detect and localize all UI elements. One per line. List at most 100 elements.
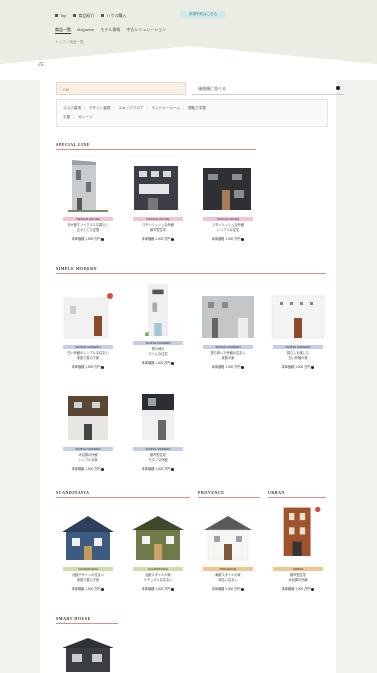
product-tag: SIMPLE MODERN [133, 341, 183, 345]
nav-purchase-link[interactable]: ハウス購入 [101, 13, 126, 19]
product-price: 本体価格 1,000 万円 [128, 586, 188, 591]
house-thumbnail [203, 168, 251, 210]
product-desc: 北欧デザインの住まい 家族で暮らす家 [72, 573, 104, 582]
subnav-model[interactable]: モデル情報 [100, 27, 120, 34]
product-desc: 暮らしを楽しむ 白い外観の家 [286, 351, 310, 360]
sort-dot-icon [336, 86, 340, 90]
arrow-dot-icon [241, 587, 245, 591]
section-title-urban: URBAN [268, 490, 285, 495]
sub-nav: 商品一覧 Magazine モデル情報 中古シミュレーション [55, 27, 166, 34]
product-price: 本体価格 1,000 万円 [198, 236, 258, 241]
product-tag: DESIGN HOUSE [133, 217, 183, 221]
house-thumbnail [68, 160, 108, 212]
nav-products-link[interactable]: 商品紹介 [73, 13, 94, 19]
house-thumbnail [204, 516, 252, 561]
product-price: 本体価格 1,000 万円 [58, 236, 118, 241]
arrow-dot-icon [101, 237, 105, 241]
home-icon [55, 14, 58, 18]
filter-item[interactable]: デザイン重視 [89, 106, 111, 110]
arrow-dot-icon [101, 467, 105, 471]
house-icon [73, 14, 77, 18]
arrow-dot-icon [101, 365, 105, 369]
reserve-button[interactable]: 来場予約はこちら [180, 11, 226, 18]
nav-top-link[interactable]: Top [55, 13, 66, 19]
product-desc: 都市型住宅 木目調の外観 [288, 573, 308, 582]
product-price: 本体価格 1,000 万円 [128, 466, 188, 471]
subnav-products[interactable]: 商品一覧 [55, 27, 71, 34]
logo: ZE [38, 62, 45, 68]
product-tag: SINGLE HOUSE [203, 217, 253, 221]
arrow-dot-icon [171, 237, 175, 241]
section-divider [56, 623, 118, 624]
subnav-magazine[interactable]: Magazine [77, 27, 94, 34]
product-desc: スタイリッシュな外観 シンプルな住宅 [212, 223, 244, 232]
house-thumbnail [271, 295, 325, 339]
house-thumbnail [283, 506, 321, 556]
product-tag: SIMPLE MODERN [133, 447, 183, 451]
arrow-dot-icon [101, 587, 105, 591]
arrow-dot-icon [241, 237, 245, 241]
section-title-provence: PROVENCE [198, 490, 225, 495]
product-tag: PROVENCE [203, 567, 253, 571]
breadcrumb: トップ > 商品一覧 [55, 40, 84, 44]
subnav-simulation[interactable]: 中古シミュレーション [126, 27, 166, 34]
section-title-special: SPECIAL LINE [56, 142, 90, 147]
product-desc: 落ち着いた外観の住まい 家族の家 [210, 351, 246, 360]
section-divider [56, 497, 190, 498]
house-thumbnail [132, 516, 184, 560]
filter-item[interactable]: スキップフロア [118, 106, 143, 110]
product-desc: 南欧スタイルの家 明るい住まい [215, 573, 241, 582]
product-desc: 北欧スタイルの家 ナチュラルな住まい [143, 573, 173, 582]
product-price: 本体価格 1,000 万円 [198, 586, 258, 591]
arrow-dot-icon [171, 467, 175, 471]
product-tag: DESIGN HOUSE [63, 217, 113, 221]
sort-select[interactable]: 価格順に並べる [192, 82, 344, 95]
product-tag: SCANDINAVIA [133, 567, 183, 571]
product-price: 本体価格 1,000 万円 [268, 586, 328, 591]
house-thumbnail [202, 296, 254, 338]
section-title-smart: SMART HOUSE [56, 616, 91, 621]
sort-label: 価格順に並べる [198, 86, 226, 91]
house-thumbnail [134, 166, 178, 210]
product-tag: SIMPLE MODERN [63, 447, 113, 451]
filter-item[interactable]: コスパ重視 [63, 106, 81, 110]
section-divider [56, 273, 326, 274]
key-icon [101, 14, 105, 18]
section-title-scandinavia: SCANDINAVIA [56, 490, 90, 495]
header-wave [0, 46, 377, 80]
keyword-search-input[interactable]: CM [56, 82, 186, 95]
product-desc: 木目調の外観 シンプルな家 [78, 453, 98, 462]
search-row: CM 価格順に並べる [56, 82, 344, 95]
product-tag: SIMPLE MODERN [273, 345, 323, 349]
arrow-dot-icon [311, 365, 315, 369]
filter-item[interactable]: ガレージ [78, 115, 92, 119]
product-desc: 狭小地の スリムな住宅 [148, 347, 168, 356]
product-desc: スタイリッシュな外観 都市型住宅 [142, 223, 174, 232]
product-price: 本体価格 1,000 万円 [58, 586, 118, 591]
house-thumbnail [62, 638, 114, 672]
house-thumbnail [68, 396, 108, 440]
product-card[interactable] [58, 632, 118, 672]
filter-list: コスパ重視 | デザイン重視 | スキップフロア | ランドリールーム | 間取り変更 … [56, 99, 328, 127]
top-nav: Top 商品紹介 ハウス購入 [55, 13, 126, 19]
product-price: 本体価格 1,000 万円 [128, 360, 188, 365]
house-thumbnail [62, 516, 114, 560]
page: Top 商品紹介 ハウス購入 来場予約はこちら 商品一覧 Magazine モデ… [0, 0, 377, 673]
filter-item[interactable]: 平屋 [63, 115, 70, 119]
product-price: 本体価格 1,000 万円 [58, 466, 118, 471]
arrow-dot-icon [241, 365, 245, 369]
site-header: Top 商品紹介 ハウス購入 来場予約はこちら 商品一覧 Magazine モデ… [0, 0, 377, 80]
filter-item[interactable]: 間取り変更 [188, 106, 206, 110]
house-thumbnail [63, 293, 113, 339]
arrow-dot-icon [171, 587, 175, 591]
filter-item[interactable]: ランドリールーム [152, 106, 181, 110]
house-thumbnail [142, 394, 174, 440]
house-thumbnail [145, 284, 168, 336]
product-desc: 都市型住宅 モダンな外観 [148, 453, 168, 462]
main-panel: CM 価格順に並べる コスパ重視 | デザイン重視 | スキップフロア | ランドリー… [40, 78, 344, 673]
arrow-dot-icon [171, 361, 175, 365]
section-divider [198, 497, 260, 498]
arrow-dot-icon [311, 587, 315, 591]
section-divider [268, 497, 326, 498]
product-desc: 白い外観のシンプルな住まい 家族で暮らす家 [67, 351, 109, 360]
